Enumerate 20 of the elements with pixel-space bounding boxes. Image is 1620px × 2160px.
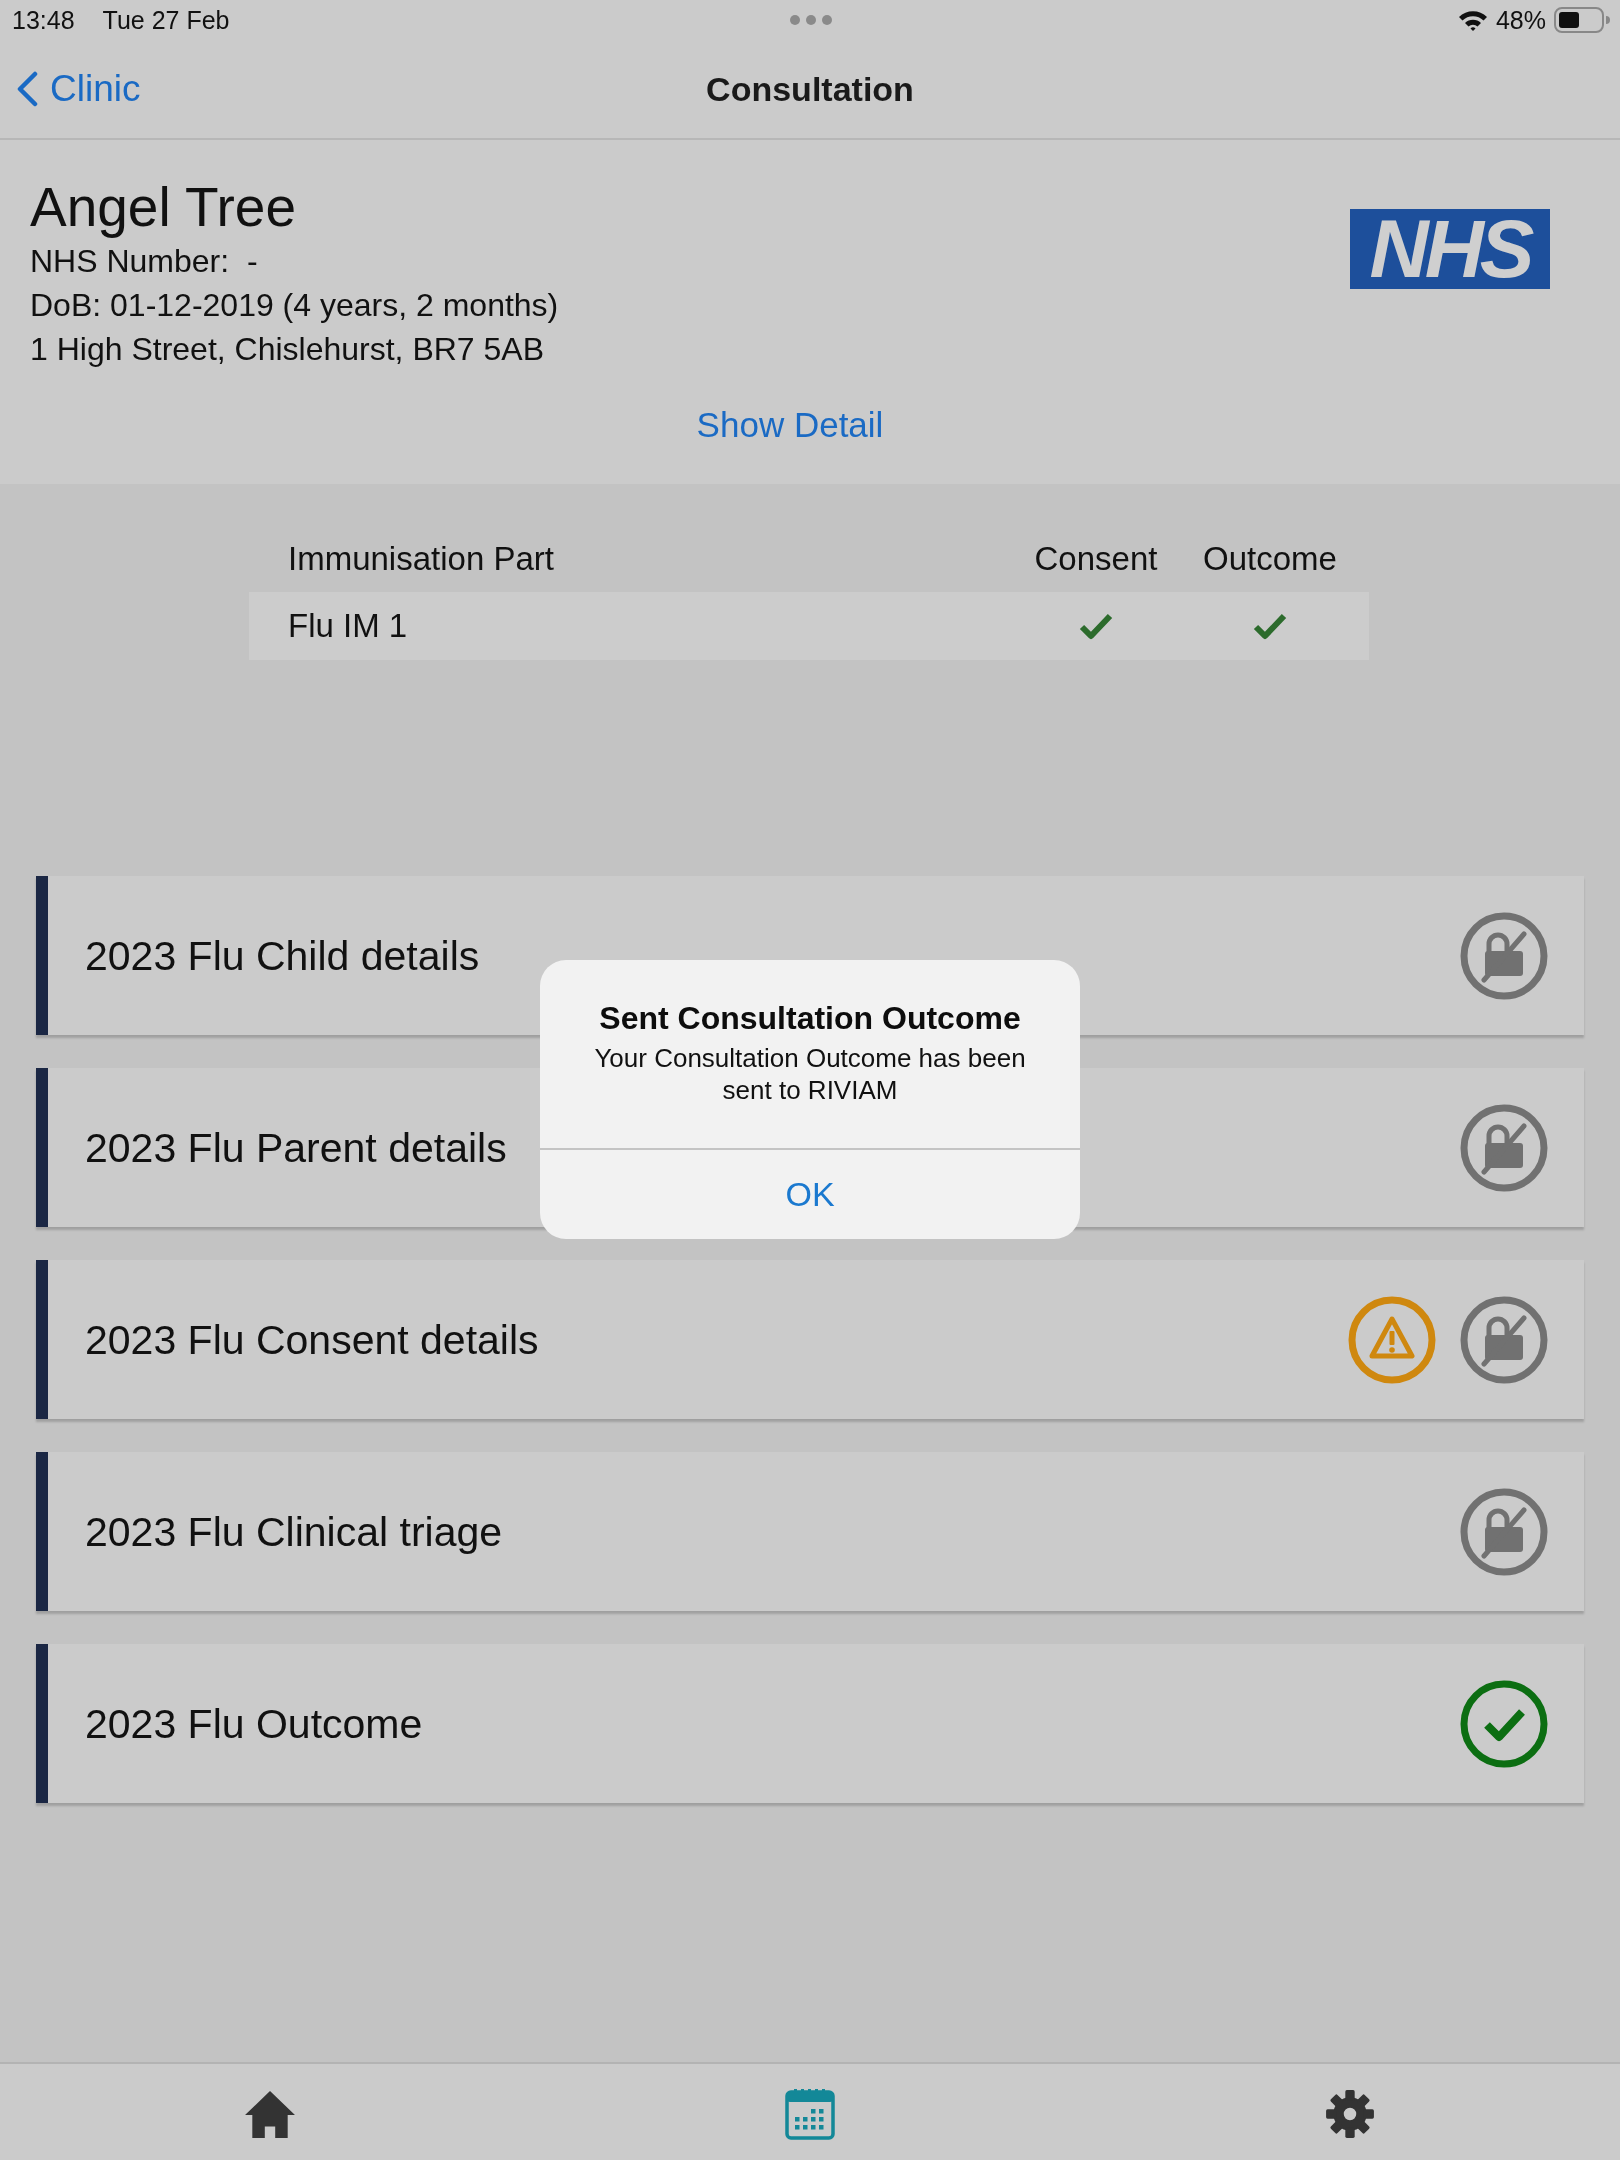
patient-name: Angel Tree	[30, 175, 297, 239]
section-title: 2023 Flu Outcome	[85, 1699, 423, 1748]
table-cell-text: Flu IM 1	[287, 606, 409, 646]
status-time: 13:48	[12, 5, 75, 35]
battery-percentage: 48%	[1495, 5, 1546, 35]
nav-title: Consultation	[706, 69, 914, 110]
column-header: Consent	[1033, 539, 1159, 579]
date-of-birth: DoB: 01-12-2019 (4 years, 2 months)	[30, 286, 559, 325]
nhs-number: NHS Number: -	[30, 242, 259, 281]
status-date: Tue 27 Feb	[102, 5, 230, 35]
alert-title: Sent Consultation Outcome	[598, 999, 1022, 1038]
section-title: 2023 Flu Parent details	[85, 1123, 507, 1172]
alert-message: Your Consultation Outcome has been sent to RIVIAM	[593, 1042, 1027, 1106]
section-title: 2023 Flu Child details	[85, 931, 480, 980]
section-title: 2023 Flu Clinical triage	[85, 1507, 503, 1556]
column-header: Immunisation Part	[287, 539, 555, 579]
patient-address: 1 High Street, Chislehurst, BR7 5AB	[30, 330, 545, 369]
logo-badge: NHS	[1350, 209, 1550, 289]
column-header: Outcome	[1202, 539, 1338, 579]
section-title: 2023 Flu Consent details	[85, 1315, 539, 1364]
